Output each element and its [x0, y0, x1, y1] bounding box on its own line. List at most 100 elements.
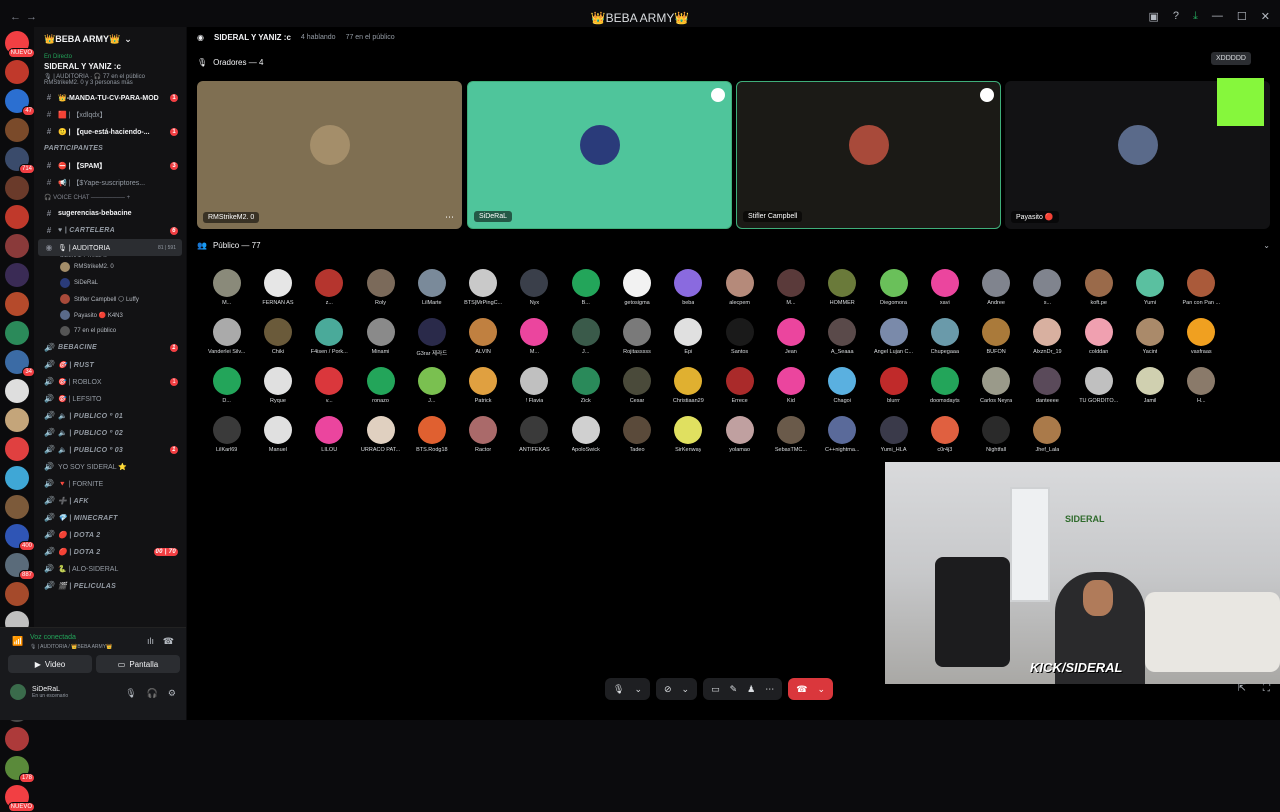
channel-item[interactable]: # sugerencias-bebacine [34, 205, 186, 222]
channel-item[interactable]: 🔊 BEBACINE 1 [34, 339, 186, 356]
audience-member[interactable]: J... [560, 318, 611, 361]
category-header[interactable]: 🎧 VOICE CHAT ──────── + [34, 191, 186, 205]
screen-share-button[interactable]: ▭ Pantalla [96, 655, 180, 673]
server-icon[interactable]: 47 [5, 89, 35, 116]
server-icon[interactable] [5, 234, 29, 258]
audience-member[interactable]: Nightfall [970, 416, 1021, 459]
stage-actions[interactable]: ▭ ✎ ♟ ⋯ [703, 678, 783, 700]
audience-member[interactable]: Kid [765, 367, 816, 410]
video-button[interactable]: ▶ Video [8, 655, 92, 673]
audience-member[interactable]: M... [509, 318, 560, 361]
audience-member[interactable]: Ractor [457, 416, 508, 459]
download-icon[interactable]: ⤓ [1193, 10, 1198, 23]
server-icon[interactable] [5, 727, 29, 751]
audience-member[interactable]: URRACO PAT... [355, 416, 406, 459]
channel-item[interactable]: 🔊 🔴 | DOTA 2 [34, 526, 186, 543]
headphones-icon[interactable]: 🎧 [147, 688, 158, 699]
audience-member[interactable]: Cesar [611, 367, 662, 410]
audience-member[interactable]: Yacint [1124, 318, 1175, 361]
channel-item[interactable]: 🔊 🎯 | ROBLOX 1 [34, 373, 186, 390]
channel-item[interactable]: 🔊 🐍 | ALO-SIDERAL [34, 560, 186, 577]
speaker-tile[interactable]: RMStrikeM2. 0 ⋯ [197, 81, 462, 229]
audience-member[interactable]: SebasTMC... [765, 416, 816, 459]
audience-member[interactable]: BTS.Rodg18 [406, 416, 457, 459]
audience-member[interactable]: Chupegaaa [919, 318, 970, 361]
audience-member[interactable]: s... [1022, 269, 1073, 312]
stage-member[interactable]: 77 en el público [34, 323, 186, 339]
audience-member[interactable]: doomsdayts [919, 367, 970, 410]
server-icon[interactable]: NUEVO [5, 785, 35, 812]
server-icon[interactable] [5, 437, 29, 461]
server-icon[interactable] [5, 582, 29, 606]
audience-member[interactable]: colddan [1073, 318, 1124, 361]
maximize-icon[interactable]: ☐ [1237, 10, 1247, 23]
server-icon[interactable]: NUEVO [5, 31, 35, 58]
server-icon[interactable]: 714 [5, 147, 35, 174]
channel-item[interactable]: # 🙂 | 【que-está-haciendo-... 1 [34, 123, 186, 140]
channel-item[interactable]: # 📢 | 【$Yape-suscriptores... [34, 174, 186, 191]
audience-member[interactable]: Yumi [1124, 269, 1175, 312]
guild-header[interactable]: 👑BEBA ARMY👑 ⌄ [34, 27, 186, 51]
audience-member[interactable]: koft.pe [1073, 269, 1124, 312]
audience-member[interactable]: LilMarte [406, 269, 457, 312]
audience-member[interactable]: Nyx [509, 269, 560, 312]
audience-member[interactable]: Christiaan29 [663, 367, 714, 410]
server-icon[interactable]: 887 [5, 553, 35, 580]
channel-item[interactable]: 🔊 YO SOY SIDERAL ⭐ [34, 458, 186, 475]
audience-member[interactable]: blurrr [868, 367, 919, 410]
server-icon[interactable] [5, 205, 29, 229]
channel-item[interactable]: 🔊 🎯 | LEFSITO [34, 390, 186, 407]
audience-member[interactable]: J... [406, 367, 457, 410]
more-icon[interactable]: ⋯ [765, 684, 774, 695]
audience-member[interactable]: M... [765, 269, 816, 312]
stage-member[interactable]: SiDeRaL [34, 275, 186, 291]
audience-member[interactable]: LILOU [304, 416, 355, 459]
audience-member[interactable]: vasfraas [1176, 318, 1227, 361]
minimize-icon[interactable]: — [1212, 10, 1223, 23]
audience-member[interactable]: Epi [663, 318, 714, 361]
audience-member[interactable]: Rojitasssss [611, 318, 662, 361]
audience-member[interactable]: Diegomora [868, 269, 919, 312]
audience-member[interactable]: Angel Lujan C... [868, 318, 919, 361]
audience-member[interactable]: D... [201, 367, 252, 410]
channel-item[interactable]: # 🟥 | 【xdlqdx】 [34, 106, 186, 123]
audience-member[interactable]: Pan con Pan ... [1176, 269, 1227, 312]
channel-item[interactable]: 🔊 🔈 | PUBLICO º 01 [34, 407, 186, 424]
fullscreen-icon[interactable]: ⛶ [1263, 683, 1270, 694]
person-icon[interactable]: ♟ [747, 684, 755, 695]
audience-member[interactable]: H... [1176, 367, 1227, 410]
popout-icon[interactable]: ⇱ [1238, 683, 1246, 694]
audience-member[interactable]: c0r4j3 [919, 416, 970, 459]
audience-member[interactable]: AlxznDr_19 [1022, 318, 1073, 361]
help-icon[interactable]: ? [1173, 10, 1179, 23]
stage-member[interactable]: Stifler Campbell 🌕 Luffy [34, 291, 186, 307]
audience-member[interactable]: Ryque [252, 367, 303, 410]
channel-item[interactable]: 🔊 🎬 | PELICULAS [34, 577, 186, 594]
audience-member[interactable]: Minami [355, 318, 406, 361]
audience-member[interactable]: G3rar 제라드 [406, 318, 457, 361]
audience-member[interactable]: ! Flavia [509, 367, 560, 410]
audience-member[interactable]: Chiki [252, 318, 303, 361]
audience-member[interactable]: ApoloSwick [560, 416, 611, 459]
audience-member[interactable]: alecpem [714, 269, 765, 312]
leave-button[interactable]: ☎ ⌄ [788, 678, 833, 700]
audience-member[interactable]: Tadeo [611, 416, 662, 459]
audience-member[interactable]: xavi [919, 269, 970, 312]
live-stage-card[interactable]: En Directo SIDERAL Y YANIZ :c 🎙 | AUDITO… [38, 51, 182, 89]
audience-member[interactable]: beba [663, 269, 714, 312]
close-icon[interactable]: ✕ [1261, 10, 1270, 23]
server-icon[interactable] [5, 379, 29, 403]
server-icon[interactable] [5, 408, 29, 432]
audience-member[interactable]: F4isen / Pork... [304, 318, 355, 361]
channel-item[interactable]: # ♥ | CARTELERA 6 [34, 222, 186, 239]
server-icon[interactable] [5, 321, 29, 345]
audience-member[interactable]: TU GORDITO... [1073, 367, 1124, 410]
server-icon[interactable]: 34 [5, 350, 35, 377]
audience-member[interactable]: Carlos Neyra [970, 367, 1021, 410]
server-icon[interactable] [5, 466, 29, 490]
stage-member[interactable]: Payasito 🔴 K4N3 [34, 307, 186, 323]
stage-member[interactable]: RMStrikeM2. 0 [34, 259, 186, 275]
audience-member[interactable]: C++nightma... [817, 416, 868, 459]
audience-member[interactable]: Roly [355, 269, 406, 312]
channel-auditoria[interactable]: ◉ 🎙 | AUDITORIA 81 | 591 [38, 239, 182, 256]
